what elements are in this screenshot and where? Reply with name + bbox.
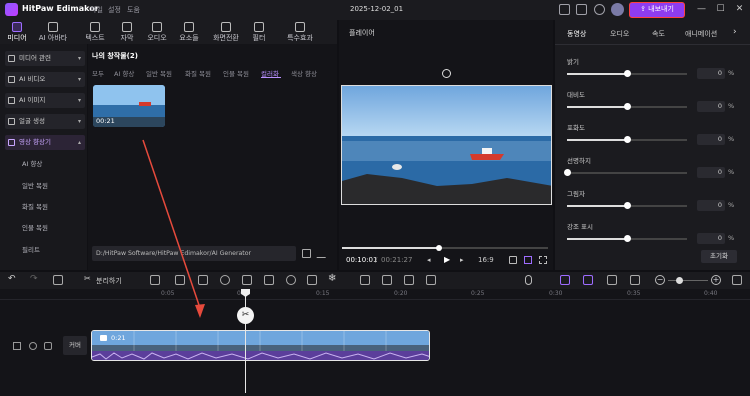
- annotation-arrow: [142, 139, 205, 318]
